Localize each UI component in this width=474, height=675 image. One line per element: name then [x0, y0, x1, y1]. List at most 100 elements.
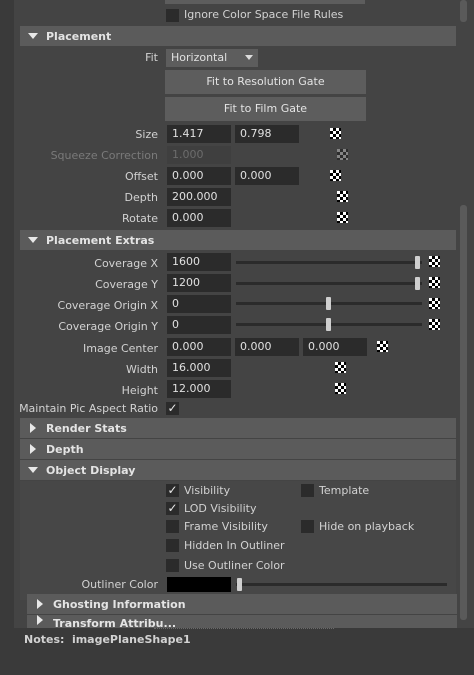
hide-on-playback-checkbox[interactable] — [301, 520, 314, 533]
squeeze-correction-label: Squeeze Correction — [50, 149, 158, 162]
chevron-down-icon — [245, 55, 253, 60]
lod-visibility-label: LOD Visibility — [184, 502, 257, 515]
section-placement-label: Placement — [46, 29, 112, 43]
coverage-y-slider-handle[interactable] — [415, 277, 420, 290]
triangle-right-icon — [27, 615, 53, 625]
width-field[interactable]: 16.000 — [167, 359, 231, 377]
section-placement[interactable]: Placement — [20, 26, 456, 46]
squeeze-correction-field: 1.000 — [167, 146, 231, 164]
top-partial-button[interactable] — [165, 0, 365, 4]
visibility-label: Visibility — [184, 484, 231, 497]
triangle-right-icon — [27, 599, 53, 609]
size-x-field[interactable]: 1.417 — [167, 125, 231, 143]
image-center-y-field[interactable]: 0.000 — [235, 338, 299, 356]
fit-to-film-gate-button[interactable]: Fit to Film Gate — [165, 97, 366, 121]
frame-visibility-checkbox[interactable] — [166, 520, 179, 533]
checker-map-icon[interactable] — [337, 212, 348, 223]
notes-divider[interactable] — [154, 628, 334, 629]
fit-dropdown-value: Horizontal — [171, 51, 228, 64]
use-outliner-color-checkbox[interactable] — [166, 559, 179, 572]
coverage-origin-y-slider-handle[interactable] — [326, 318, 331, 331]
section-ghosting-information[interactable]: Ghosting Information — [27, 594, 457, 614]
section-render-stats[interactable]: Render Stats — [20, 418, 456, 438]
offset-label: Offset — [124, 170, 158, 183]
coverage-x-slider-handle[interactable] — [415, 256, 420, 269]
triangle-down-icon — [20, 467, 46, 473]
image-center-x-field[interactable]: 0.000 — [167, 338, 231, 356]
checker-map-icon[interactable] — [429, 277, 440, 288]
section-depth[interactable]: Depth — [20, 439, 456, 459]
height-field[interactable]: 12.000 — [167, 380, 231, 398]
size-y-field[interactable]: 0.798 — [235, 125, 299, 143]
size-label: Size — [135, 128, 158, 141]
checker-map-icon[interactable] — [377, 341, 388, 352]
section-placement-extras[interactable]: Placement Extras — [20, 230, 456, 250]
checker-map-icon[interactable] — [335, 383, 346, 394]
ignore-color-space-label: Ignore Color Space File Rules — [184, 8, 344, 21]
section-object-display[interactable]: Object Display — [20, 460, 456, 480]
checkmark-icon: ✓ — [167, 401, 178, 415]
coverage-x-label: Coverage X — [94, 257, 158, 270]
outliner-color-swatch[interactable] — [167, 577, 231, 592]
vertical-scrollbar-thumb[interactable] — [460, 205, 467, 620]
template-label: Template — [319, 484, 370, 497]
vertical-scrollbar[interactable] — [460, 0, 467, 22]
left-strip — [0, 0, 14, 675]
checker-map-icon[interactable] — [330, 170, 341, 181]
coverage-x-field[interactable]: 1600 — [167, 253, 231, 271]
coverage-origin-y-field[interactable]: 0 — [167, 316, 231, 334]
rotate-field[interactable]: 0.000 — [167, 209, 231, 227]
hidden-in-outliner-checkbox[interactable] — [166, 539, 179, 552]
section-render-stats-label: Render Stats — [46, 421, 127, 435]
ignore-color-space-checkbox[interactable] — [166, 9, 179, 22]
outliner-color-slider-track[interactable] — [236, 583, 447, 586]
hide-on-playback-label: Hide on playback — [319, 520, 415, 533]
offset-x-field[interactable]: 0.000 — [167, 167, 231, 185]
checker-map-icon[interactable] — [337, 191, 348, 202]
coverage-y-slider-track[interactable] — [236, 282, 422, 285]
fit-label: Fit — [145, 51, 158, 64]
checkmark-icon: ✓ — [167, 483, 178, 497]
width-label: Width — [126, 363, 158, 376]
coverage-y-field[interactable]: 1200 — [167, 274, 231, 292]
outliner-color-slider-handle[interactable] — [237, 578, 242, 591]
depth-field[interactable]: 200.000 — [167, 188, 231, 206]
coverage-origin-y-label: Coverage Origin Y — [58, 320, 158, 333]
height-label: Height — [121, 384, 158, 397]
coverage-origin-x-field[interactable]: 0 — [167, 295, 231, 313]
checker-map-icon[interactable] — [330, 128, 341, 139]
triangle-right-icon — [20, 423, 46, 433]
checkmark-icon: ✓ — [167, 501, 178, 515]
coverage-x-slider-track[interactable] — [236, 261, 422, 264]
section-ghosting-label: Ghosting Information — [53, 597, 186, 611]
use-outliner-color-label: Use Outliner Color — [184, 559, 285, 572]
checker-map-icon[interactable] — [429, 298, 440, 309]
section-depth-label: Depth — [46, 442, 84, 456]
notes-text[interactable]: Notes: imagePlaneShape1 — [24, 633, 191, 646]
checker-map-icon[interactable] — [429, 256, 440, 267]
rotate-label: Rotate — [121, 212, 158, 225]
attribute-editor-panel: Ignore Color Space File Rules Placement … — [0, 0, 474, 675]
fit-dropdown[interactable]: Horizontal — [166, 49, 258, 67]
visibility-checkbox[interactable]: ✓ — [166, 484, 179, 497]
outliner-color-label: Outliner Color — [81, 578, 158, 591]
offset-y-field[interactable]: 0.000 — [235, 167, 299, 185]
triangle-right-icon — [20, 444, 46, 454]
coverage-origin-x-slider-handle[interactable] — [326, 297, 331, 310]
triangle-down-icon — [20, 237, 46, 243]
image-center-z-field[interactable]: 0.000 — [303, 338, 367, 356]
triangle-down-icon — [20, 33, 46, 39]
template-checkbox[interactable] — [301, 484, 314, 497]
maintain-aspect-checkbox[interactable]: ✓ — [166, 402, 179, 415]
notes-label: Notes: — [24, 633, 65, 646]
checker-map-icon[interactable] — [335, 362, 346, 373]
lod-visibility-checkbox[interactable]: ✓ — [166, 502, 179, 515]
notes-value: imagePlaneShape1 — [71, 633, 191, 646]
fit-to-resolution-gate-button[interactable]: Fit to Resolution Gate — [165, 70, 366, 94]
checker-map-icon[interactable] — [429, 319, 440, 330]
notes-bar: Notes: imagePlaneShape1 — [14, 628, 474, 675]
coverage-y-label: Coverage Y — [95, 278, 158, 291]
section-partial[interactable]: Transform Attribu... — [27, 615, 457, 628]
section-object-display-label: Object Display — [46, 463, 136, 477]
maintain-aspect-label: Maintain Pic Aspect Ratio — [19, 402, 158, 415]
